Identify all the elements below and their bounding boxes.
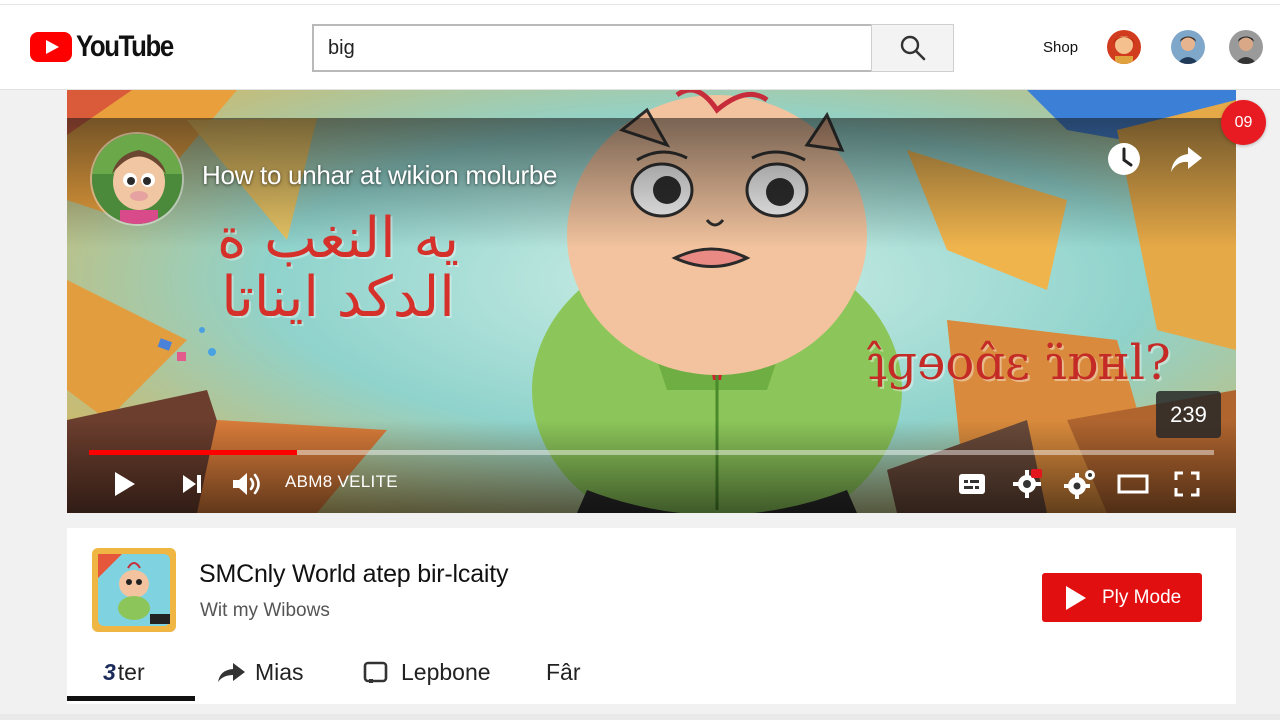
shop-link[interactable]: Shop xyxy=(1043,39,1078,56)
screen-icon xyxy=(363,661,388,683)
tab-2[interactable]: Mias xyxy=(215,652,304,692)
tab-1-label: ter xyxy=(117,658,145,685)
hd-settings-button[interactable] xyxy=(1009,466,1045,502)
active-tab-indicator xyxy=(67,696,195,701)
next-button[interactable] xyxy=(175,466,209,502)
tab-4-label: Fâr xyxy=(546,658,581,685)
theater-mode-icon xyxy=(1117,474,1149,494)
account-avatar-3[interactable] xyxy=(1229,30,1263,64)
video-info-card: SMCnly World atep bir-lcaity Wit my Wibo… xyxy=(67,528,1236,704)
clock-icon xyxy=(1108,143,1140,175)
channel-thumbnail[interactable] xyxy=(92,548,176,632)
fullscreen-button[interactable] xyxy=(1167,466,1207,502)
youtube-logo[interactable]: YouTube xyxy=(30,30,189,64)
volume-button[interactable] xyxy=(227,466,267,502)
tab-1-prefix-icon: 3 xyxy=(103,658,116,685)
avatar-person-icon xyxy=(1171,30,1205,64)
hd-gear-icon xyxy=(1013,469,1042,498)
play-mode-label: Ply Mode xyxy=(1102,586,1182,608)
play-icon xyxy=(1066,585,1086,610)
bottom-divider xyxy=(0,714,1280,720)
share-button[interactable] xyxy=(1167,140,1205,178)
account-avatar-2[interactable] xyxy=(1171,30,1205,64)
subtitles-button[interactable] xyxy=(955,466,989,502)
tab-4[interactable]: Fâr xyxy=(546,652,581,692)
video-player[interactable]: يه النغب ة الدكد ايناتا ʇ̂ɡɘoɑ̂ɛ ɿ̈ɒʜl? … xyxy=(67,90,1236,513)
volume-icon xyxy=(233,473,260,495)
gear-icon xyxy=(1064,470,1095,499)
tab-1[interactable]: 3 ter xyxy=(103,652,145,692)
channel-name[interactable]: Wit my Wibows xyxy=(200,600,330,622)
overlay-text-right: ʇ̂ɡɘoɑ̂ɛ ɿ̈ɒʜl? xyxy=(867,335,1171,391)
search-bar xyxy=(312,24,954,72)
channel-avatar-cartoon-icon xyxy=(92,134,182,224)
video-info-title[interactable]: SMCnly World atep bir-lcaity xyxy=(199,560,509,589)
tab-3-label: Lepbone xyxy=(401,658,491,685)
play-mode-button[interactable]: Ply Mode xyxy=(1042,573,1202,622)
skip-next-icon xyxy=(183,475,201,493)
share-arrow-icon xyxy=(1171,147,1202,172)
fullscreen-icon xyxy=(1174,471,1200,497)
time-badge: 239 xyxy=(1156,391,1221,438)
search-button[interactable] xyxy=(871,24,954,72)
search-input[interactable] xyxy=(312,24,871,72)
search-icon xyxy=(900,35,925,61)
watch-later-button[interactable] xyxy=(1105,140,1143,178)
youtube-play-logo-icon xyxy=(30,32,72,62)
top-bar: YouTube Shop xyxy=(0,0,1280,90)
channel-thumbnail-cartoon-icon xyxy=(92,548,176,632)
theater-mode-button[interactable] xyxy=(1113,466,1153,502)
tab-2-label: Mias xyxy=(255,658,304,685)
progress-bar[interactable] xyxy=(89,450,1214,455)
overlay-line-1: يه النغب ة xyxy=(217,206,460,271)
avatar-person-icon xyxy=(1229,30,1263,64)
progress-played xyxy=(89,450,298,455)
notification-badge[interactable]: 09 xyxy=(1221,100,1266,145)
time-display: ABM8 VELITE xyxy=(285,472,398,491)
channel-avatar[interactable] xyxy=(90,132,184,226)
top-divider xyxy=(0,4,1280,5)
overlay-line-2: الدكد ايناتا xyxy=(221,264,455,330)
account-avatar-1[interactable] xyxy=(1107,30,1141,64)
play-icon xyxy=(115,472,135,496)
captions-icon xyxy=(959,474,985,494)
settings-button[interactable] xyxy=(1062,466,1098,502)
logo-text: YouTube xyxy=(76,30,174,63)
play-button[interactable] xyxy=(107,466,143,502)
share-arrow-icon xyxy=(218,663,245,682)
overlay-text-arabic: يه النغب ة الدكد ايناتا xyxy=(217,206,460,330)
avatar-redhead-icon xyxy=(1107,30,1141,64)
tab-3[interactable]: Lepbone xyxy=(363,652,491,692)
video-title[interactable]: How to unhar at wikion molurbe xyxy=(202,160,557,191)
